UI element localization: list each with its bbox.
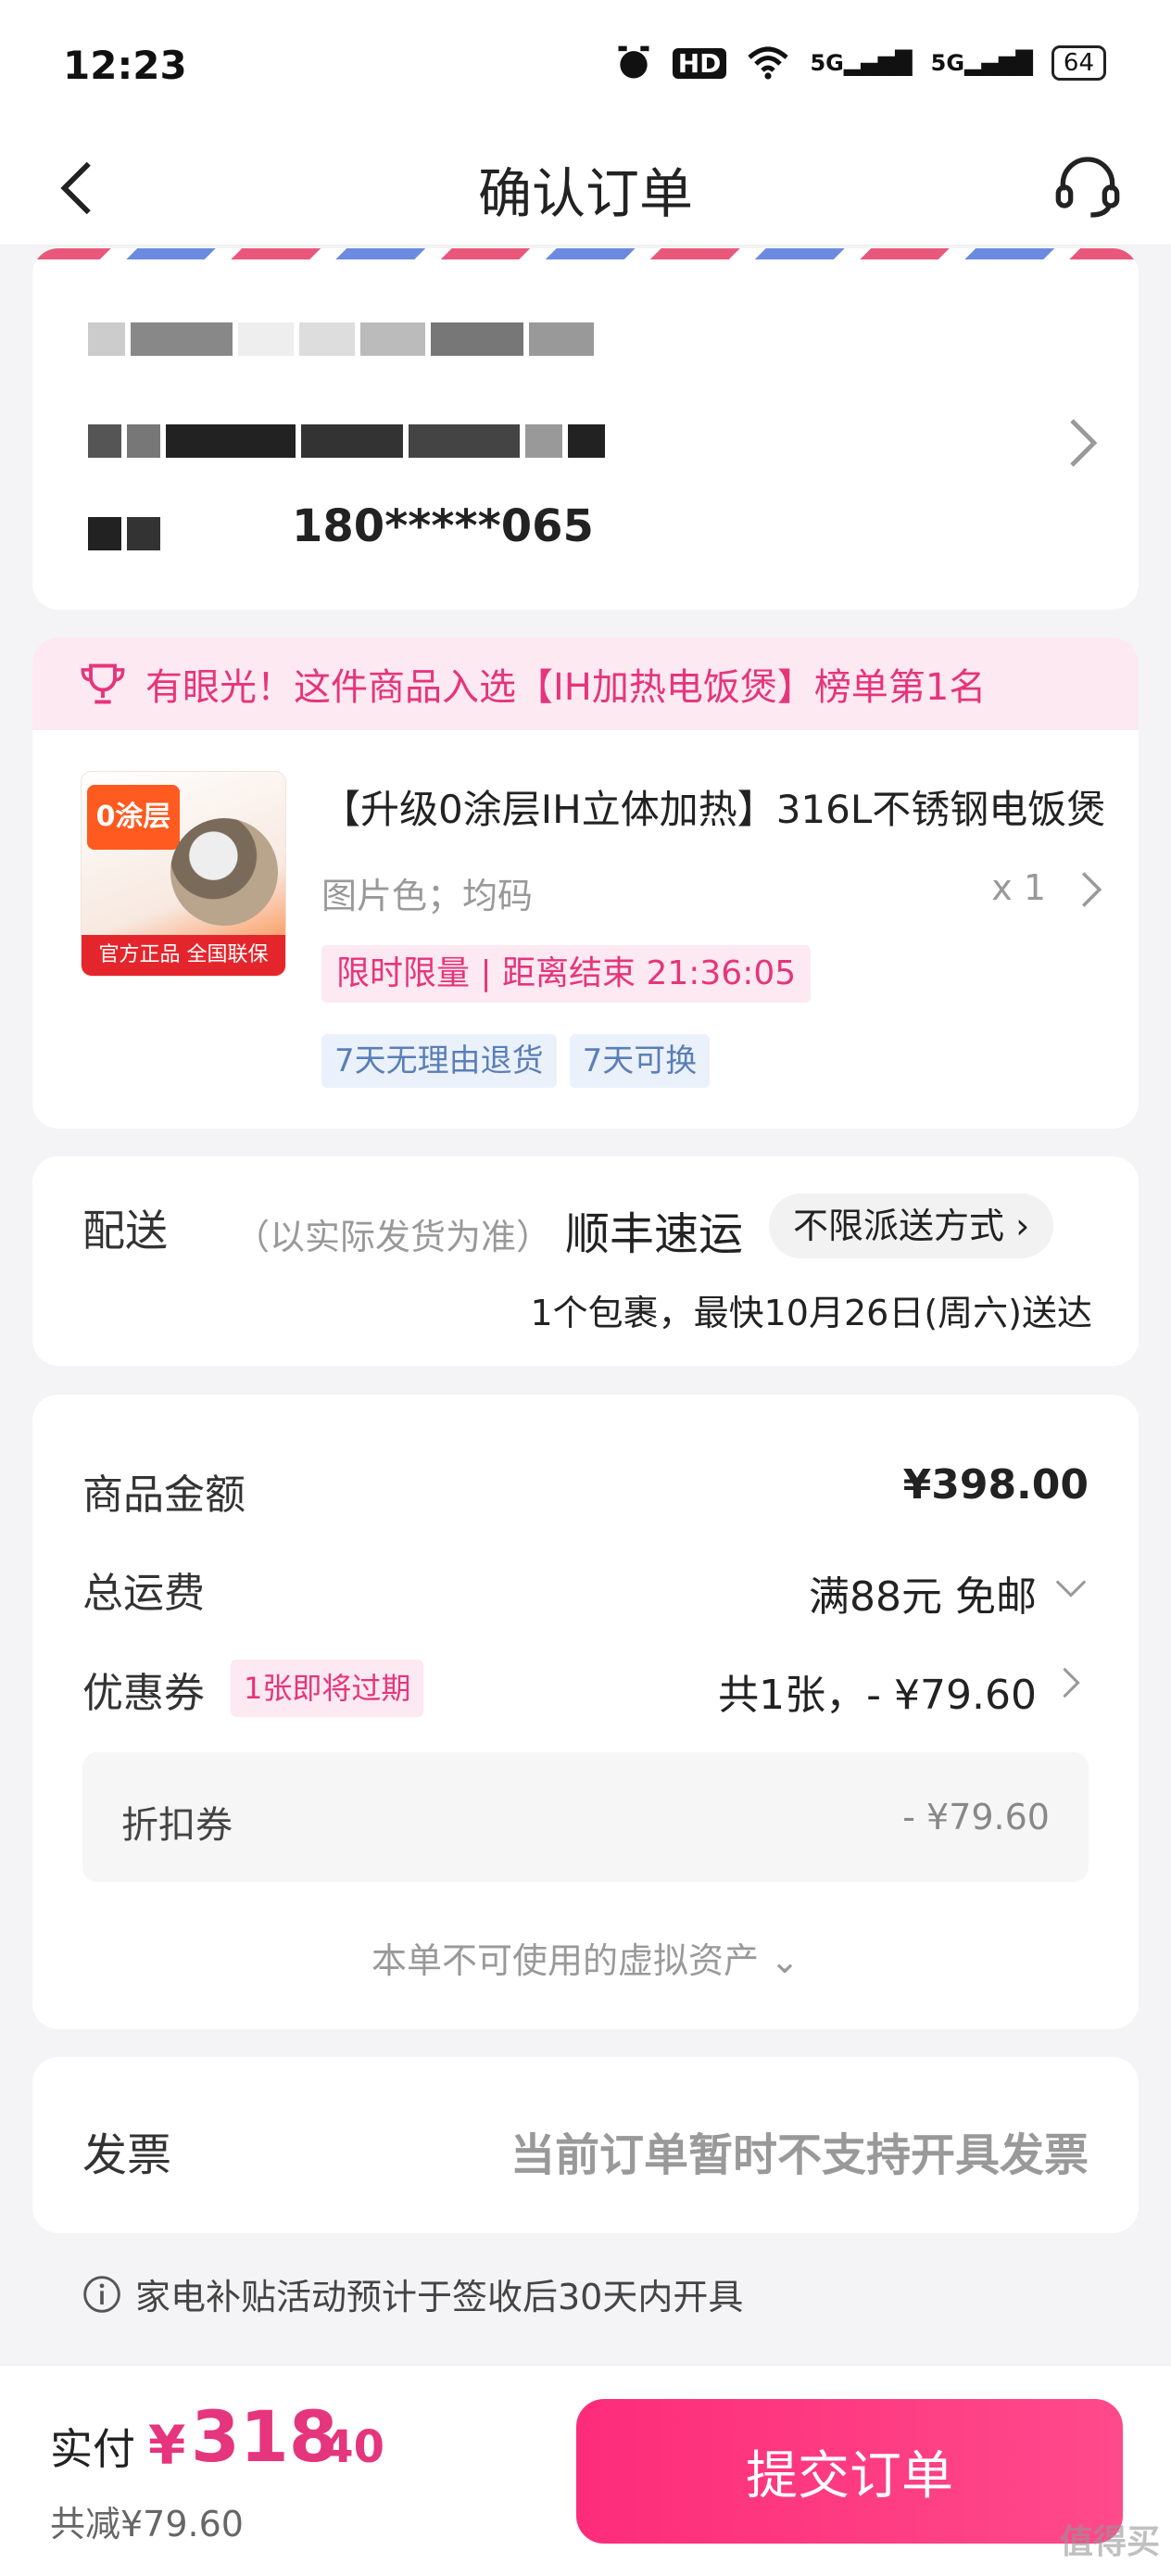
return-policy-tag: 7天无理由退货 bbox=[321, 1034, 557, 1088]
product-image-badge: 0涂层 bbox=[87, 785, 180, 850]
ranking-text: 有眼光！这件商品入选【IH加热电饭煲】榜单第1名 bbox=[145, 666, 987, 709]
page-title: 确认订单 bbox=[477, 162, 693, 225]
hd-icon: HD bbox=[672, 47, 727, 79]
delivery-label: 配送 bbox=[82, 1206, 168, 1256]
chevron-right-icon: › bbox=[1015, 1206, 1030, 1246]
virtual-assets-toggle[interactable]: 本单不可使用的虚拟资产 ⌄ bbox=[32, 1932, 1139, 1983]
status-icons: HD 5G▂▄▆█ 5G▂▄▆█ 64 bbox=[613, 43, 1106, 83]
coupon-expiring-tag: 1张即将过期 bbox=[231, 1660, 424, 1717]
address-phone: 180*****065 bbox=[292, 500, 594, 552]
shipping-label: 总运费 bbox=[82, 1570, 205, 1617]
delivery-method-label: 不限派送方式 bbox=[793, 1206, 1005, 1246]
delivery-carrier: 顺丰速运 bbox=[565, 1208, 744, 1260]
limited-time-tag: 限时限量 | 距离结束 21:36:05 bbox=[321, 945, 812, 1003]
subsidy-notice-text: 家电补贴活动预计于签收后30天内开具 bbox=[135, 2277, 744, 2317]
pay-label: 实付 bbox=[50, 2424, 135, 2474]
airmail-stripe bbox=[32, 248, 1139, 259]
status-bar: 12:23 HD 5G▂▄▆█ 5G▂▄▆█ 64 bbox=[0, 0, 1171, 130]
subsidy-notice: 家电补贴活动预计于签收后30天内开具 bbox=[82, 2268, 743, 2319]
battery-icon: 64 bbox=[1051, 45, 1106, 81]
exchange-policy-tag: 7天可换 bbox=[569, 1034, 711, 1088]
discount-label: 折扣券 bbox=[121, 1804, 233, 1847]
product-quantity: x 1 bbox=[991, 867, 1046, 908]
invoice-label: 发票 bbox=[82, 2129, 172, 2181]
watermark: 值得买 bbox=[1059, 2523, 1160, 2561]
product-spec: 图片色；均码 bbox=[321, 876, 534, 916]
chevron-down-icon: ⌄ bbox=[770, 1940, 800, 1981]
rice-cooker-illustration bbox=[170, 818, 278, 926]
header: 确认订单 bbox=[0, 130, 1171, 246]
total-savings: 共减¥79.60 bbox=[50, 2504, 244, 2544]
delivery-note: （以实际发货为准） bbox=[234, 1217, 552, 1257]
chevron-down-icon[interactable] bbox=[1053, 1571, 1089, 1606]
coupon-value[interactable]: 共1张，- ¥79.60 bbox=[718, 1661, 1037, 1721]
address-card[interactable]: 180*****065 bbox=[32, 248, 1139, 610]
goods-amount-label: 商品金额 bbox=[82, 1471, 246, 1519]
price-card: 商品金额 ¥398.00 总运费 满88元 免邮 优惠券 1张即将过期 共1张，… bbox=[32, 1395, 1139, 2029]
signal-icon-2: 5G▂▄▆█ bbox=[930, 50, 1033, 76]
info-icon bbox=[83, 2275, 120, 2313]
status-time: 12:23 bbox=[63, 43, 187, 88]
customer-service-icon[interactable] bbox=[1051, 150, 1125, 224]
product-image-footer: 官方正品 全国联保 bbox=[82, 935, 285, 976]
discount-coupon-box: 折扣券 - ¥79.60 bbox=[82, 1752, 1089, 1882]
chevron-right-icon[interactable] bbox=[1077, 869, 1105, 910]
delivery-card: 配送 （以实际发货为准） 顺丰速运 不限派送方式 › 1个包裹，最快10月26日… bbox=[32, 1156, 1139, 1366]
shipping-value[interactable]: 满88元 免邮 bbox=[809, 1563, 1037, 1623]
pay-currency: ¥ bbox=[148, 2414, 186, 2477]
checkout-bar: 实付 ¥ 318 .40 共减¥79.60 提交订单 值得买 bbox=[0, 2365, 1171, 2576]
coupon-label: 优惠券 bbox=[82, 1670, 205, 1717]
goods-amount-value: ¥398.00 bbox=[902, 1461, 1089, 1509]
address-detail-redacted bbox=[88, 424, 605, 458]
delivery-method-button[interactable]: 不限派送方式 › bbox=[769, 1193, 1054, 1258]
wifi-icon bbox=[748, 46, 789, 80]
submit-order-button[interactable]: 提交订单 bbox=[576, 2399, 1123, 2544]
product-title: 【升级0涂层IH立体加热】316L不锈钢电饭煲 bbox=[321, 787, 1106, 832]
delivery-eta: 1个包裹，最快10月26日(周六)送达 bbox=[530, 1293, 1092, 1333]
chevron-right-icon bbox=[1070, 419, 1098, 467]
signal-icon-1: 5G▂▄▆█ bbox=[810, 50, 913, 76]
product-card[interactable]: 0涂层 官方正品 全国联保 【升级0涂层IH立体加热】316L不锈钢电饭煲 图片… bbox=[32, 730, 1139, 1129]
product-image[interactable]: 0涂层 官方正品 全国联保 bbox=[81, 771, 286, 977]
address-contact-redacted bbox=[88, 517, 160, 550]
service-tags: 7天无理由退货 7天可换 bbox=[321, 1034, 711, 1088]
address-name-redacted bbox=[88, 322, 594, 356]
alarm-icon bbox=[618, 45, 649, 79]
invoice-card: 发票 当前订单暂时不支持开具发票 bbox=[32, 2057, 1139, 2233]
chevron-right-icon[interactable] bbox=[1053, 1665, 1089, 1700]
trophy-icon bbox=[81, 663, 125, 704]
ranking-banner[interactable]: 有眼光！这件商品入选【IH加热电饭煲】榜单第1名 bbox=[32, 638, 1139, 730]
invoice-value: 当前订单暂时不支持开具发票 bbox=[510, 2129, 1089, 2181]
pay-amount-decimal: .40 bbox=[306, 2421, 385, 2473]
discount-value: - ¥79.60 bbox=[902, 1797, 1050, 1837]
